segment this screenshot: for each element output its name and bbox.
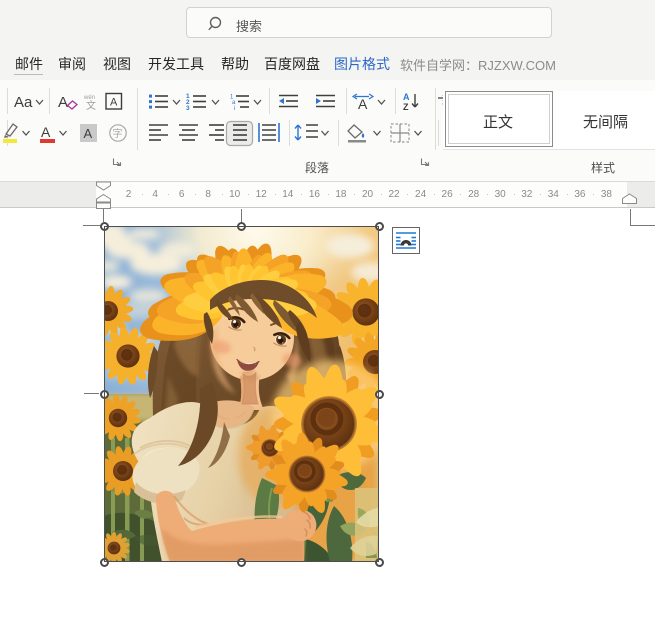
svg-text:A: A xyxy=(58,94,68,111)
svg-text:文: 文 xyxy=(86,99,96,112)
svg-text:A: A xyxy=(110,97,118,109)
svg-text:Z: Z xyxy=(403,102,409,112)
svg-text:A: A xyxy=(403,92,410,102)
svg-text:A: A xyxy=(84,126,93,141)
svg-text:i: i xyxy=(234,106,235,112)
svg-text:字: 字 xyxy=(113,127,123,140)
svg-text:A: A xyxy=(41,124,51,140)
svg-text:Aa: Aa xyxy=(14,94,33,111)
svg-text:3: 3 xyxy=(186,105,190,112)
svg-text:A: A xyxy=(358,96,368,112)
